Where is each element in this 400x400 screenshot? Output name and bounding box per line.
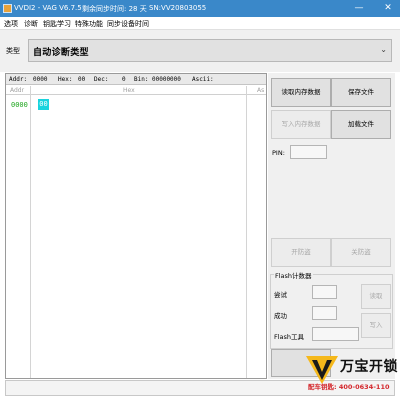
bin-info-label: Bin: xyxy=(134,76,149,83)
pin-label: PIN: xyxy=(272,149,285,157)
logo-brand-name: 万宝开锁 xyxy=(340,359,398,375)
menu-key-learning[interactable]: 钥匙学习 xyxy=(43,19,71,29)
ascii-column-divider xyxy=(246,86,247,378)
flash-counter-title: Flash计数器 xyxy=(274,270,313,280)
type-select-value: 自动诊断类型 xyxy=(33,48,89,58)
hex-info-bar: Addr: 0000 Hex: 00 Dec: 0 Bin: 00000000 … xyxy=(6,74,266,85)
flash-tool-field xyxy=(312,327,359,341)
type-bar: 类型 自动诊断类型 ⌄ xyxy=(0,29,400,72)
menu-sync-device-time[interactable]: 同步设备时间 xyxy=(107,19,149,29)
hex-column-header-label: Hex xyxy=(123,87,135,94)
serial-number: SN:VV20803055 xyxy=(149,4,207,12)
save-file-button[interactable]: 保存文件 xyxy=(331,78,391,107)
read-memory-button[interactable]: 读取内存数据 xyxy=(271,78,331,107)
ascii-column-header: As xyxy=(257,87,265,94)
pin-input[interactable] xyxy=(290,145,327,159)
hex-info-label: Hex: xyxy=(58,76,73,83)
app-icon xyxy=(3,4,12,13)
success-count-field xyxy=(312,306,337,320)
type-label: 类型 xyxy=(6,47,20,55)
hex-byte-cell[interactable]: 00 xyxy=(38,99,49,110)
addr-column-header: Addr xyxy=(10,87,25,94)
menu-special-functions[interactable]: 特殊功能 xyxy=(75,19,103,29)
menu-bar: 选项 诊断 钥匙学习 特殊功能 同步设备时间 xyxy=(0,17,400,29)
window-title: VVDI2 - VAG V6.7.5 xyxy=(14,4,82,12)
flash-write-button[interactable]: 写入 xyxy=(361,313,391,338)
title-bar: VVDI2 - VAG V6.7.5 剩余同步时间: 28 天 SN:VV208… xyxy=(0,0,400,17)
load-file-button[interactable]: 加载文件 xyxy=(331,110,391,139)
sync-time-text: 剩余同步时间: 28 天 xyxy=(82,5,147,13)
logo-hotline: 配车钥匙: 400-0634-110 xyxy=(308,383,390,391)
close-button[interactable]: ✕ xyxy=(378,0,398,17)
addr-info-value: 0000 xyxy=(33,76,48,83)
addr-info-label: Addr: xyxy=(9,76,28,83)
flash-counter-group: Flash计数器 尝试 成功 Flash工具 读取 写入 xyxy=(270,270,393,349)
hex-row-address: 0000 xyxy=(11,101,28,109)
flash-tool-label: Flash工具 xyxy=(274,333,305,341)
action-panel: 读取内存数据 保存文件 写入内存数据 加载文件 PIN: 开防盗 关防盗 Fla… xyxy=(268,73,395,379)
try-count-field xyxy=(312,285,337,299)
unlock-immo-button[interactable]: 开防盗 xyxy=(271,238,331,267)
success-label: 成功 xyxy=(274,312,287,320)
dec-info-value: 0 xyxy=(122,76,126,83)
addr-column-divider xyxy=(30,86,31,378)
hex-editor[interactable]: Addr: 0000 Hex: 00 Dec: 0 Bin: 00000000 … xyxy=(5,73,267,379)
menu-diagnose[interactable]: 诊断 xyxy=(24,19,38,29)
flash-read-button[interactable]: 读取 xyxy=(361,284,391,309)
write-memory-button[interactable]: 写入内存数据 xyxy=(271,110,331,139)
dec-info-label: Dec: xyxy=(94,76,109,83)
minimize-button[interactable]: — xyxy=(349,0,369,17)
try-label: 尝试 xyxy=(274,291,287,299)
ascii-info-label: Ascii: xyxy=(192,76,214,83)
hex-column-header: Addr Hex As xyxy=(6,86,266,95)
bin-info-value: 00000000 xyxy=(152,76,181,83)
watermark-logo: 万宝开锁 配车钥匙: 400-0634-110 xyxy=(302,348,400,400)
hex-info-value: 00 xyxy=(78,76,86,83)
chevron-down-icon: ⌄ xyxy=(380,45,387,54)
type-select[interactable]: 自动诊断类型 ⌄ xyxy=(28,39,392,62)
lock-immo-button[interactable]: 关防盗 xyxy=(331,238,391,267)
menu-options[interactable]: 选项 xyxy=(4,19,18,29)
